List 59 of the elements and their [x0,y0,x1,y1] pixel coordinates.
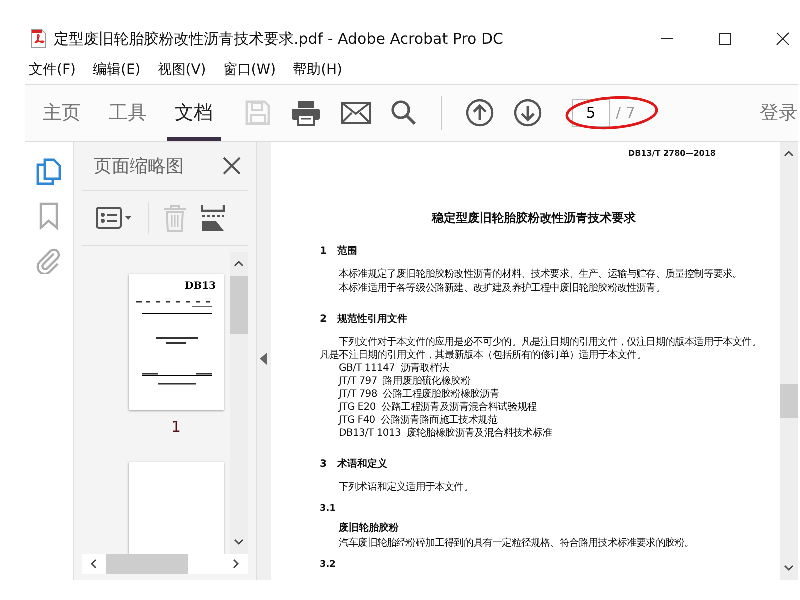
paragraph: 本标准规定了废旧轮胎胶粉改性沥青的材料、技术要求、生产、运输与贮存、质量控制等要求。 [338,268,744,281]
arrow-down-icon[interactable] [514,99,542,127]
scroll-left-icon[interactable] [90,559,98,569]
menu-item[interactable]: 视图(V) [158,61,206,79]
section-heading: 2 规范性引用文件 [320,313,408,326]
clause-number: 3.2 [320,559,337,572]
page-thumbnail[interactable]: DB13 [129,274,224,410]
pdf-file-icon [30,29,48,49]
paragraph: 汽车废旧轮胎经粉碎加工得到的具有一定粒径规格、符合路用技术标准要求的胶粉。 [338,537,696,550]
scrollbar[interactable] [230,252,248,554]
paragraph: 本标准适用于各等级公路新建、改扩建及养护工程中废旧轮胎胶粉改性沥青。 [338,282,666,295]
reference-entry: JTG F40 公路沥青路面施工技术规范 [338,414,499,427]
close-icon[interactable] [776,32,790,46]
paragraph: 下列文件对于本文件的应用是必不可少的。凡是注日期的引用文件，仅注日期的版本适用于本文件。凡是不注日期的引用文件，其最新版本（包括所有的修订单）适用于本文件。 [320,336,762,362]
horizontal-scrollbar[interactable] [82,554,248,574]
thumbnail-heading: DB13 [184,281,216,292]
printer-icon[interactable] [291,100,321,126]
clause-number: 3.1 [320,503,337,516]
panel-title: 页面缩略图 [94,155,184,178]
term: 废旧轮胎胶粉 [338,522,400,535]
reference-entry: JTG E20 公路工程沥青及沥青混合料试验规程 [338,401,538,414]
close-icon[interactable] [222,156,242,176]
maximize-icon[interactable] [718,32,732,46]
reference-entry: JT/T 797 路用废胎硫化橡胶粉 [338,375,472,388]
page-thumbnail[interactable] [129,462,224,554]
paragraph: 下列术语和定义适用于本文件。 [338,481,474,494]
document-title: 稳定型废旧轮胎胶粉改性沥青技术要求 [430,210,637,227]
scroll-up-icon[interactable] [234,260,244,268]
search-icon[interactable] [391,100,417,126]
reference-entry: DB13/T 1013 废轮胎橡胶沥青及混合料技术标准 [338,427,554,440]
toolbar-tab[interactable]: 工具 [101,85,155,141]
pages-icon[interactable] [36,158,62,186]
collapse-panel-icon[interactable] [260,353,268,365]
menu-item[interactable]: 编辑(E) [92,61,141,79]
menu-item[interactable]: 窗口(W) [223,61,276,79]
menu-item[interactable]: 文件(F) [29,61,76,79]
reference-entry: JT/T 798 公路工程废胎胶粉橡胶沥青 [338,388,501,401]
section-heading: 1 范围 [320,245,358,258]
scroll-thumb[interactable] [106,554,188,574]
section-heading: 3 术语和定义 [320,458,388,471]
paperclip-icon[interactable] [36,246,62,274]
sign-in-link[interactable]: 登录 [756,85,798,141]
window-title: 定型废旧轮胎胶粉改性沥青技术要求.pdf - Adobe Acrobat Pro DC [54,30,504,48]
document-code: DB13/T 2780—2018 [627,149,716,158]
scroll-up-icon[interactable] [784,150,794,158]
reference-entry: GB/T 11147 沥青取样法 [338,362,450,375]
scroll-thumb[interactable] [230,276,248,334]
arrow-up-icon[interactable] [466,99,494,127]
extract-pages-icon[interactable] [201,204,225,232]
options-menu-icon[interactable] [96,207,134,229]
scroll-right-icon[interactable] [232,559,240,569]
scroll-down-icon[interactable] [784,564,794,572]
toolbar-tab[interactable]: 主页 [35,85,89,141]
mail-icon[interactable] [341,102,371,124]
scroll-down-icon[interactable] [234,538,244,546]
page-count: / 7 [616,104,636,122]
page-label: 1 [171,418,181,436]
scroll-thumb[interactable] [780,384,798,418]
menu-item[interactable]: 帮助(H) [293,61,343,79]
